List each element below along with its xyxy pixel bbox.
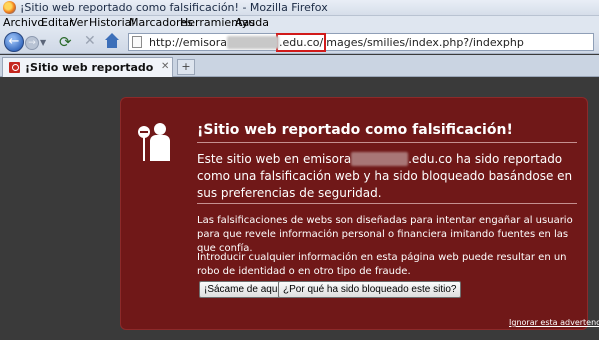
divider: [197, 142, 577, 143]
divider: [197, 203, 577, 204]
tab-strip: ¡Sitio web reportado como falsificaci...…: [0, 55, 599, 77]
warning-paragraph-2: Introducir cualquier información en esta…: [197, 252, 567, 277]
reload-icon[interactable]: ⟳: [59, 33, 72, 51]
new-tab-icon[interactable]: +: [177, 59, 195, 75]
warning-title: ¡Sitio web reportado como falsificación!: [197, 122, 513, 138]
url-prefix: http://emisora: [149, 36, 227, 49]
menu-archivo[interactable]: Archivo: [3, 16, 44, 29]
get-me-out-button[interactable]: ¡Sácame de aquí!: [199, 281, 288, 298]
navigation-toolbar: ← → ▼ ⟳ ✕ http://emisoraxxxxxxxx.edu.co/…: [0, 30, 599, 54]
warning-paragraph-1: Las falsificaciones de webs son diseñada…: [197, 215, 573, 254]
title-bar: ¡Sitio web reportado como falsificación!…: [0, 0, 599, 16]
tab-active[interactable]: ¡Sitio web reportado como falsificaci...…: [2, 57, 173, 77]
police-stop-icon: [138, 123, 176, 163]
phishing-warning-panel: ¡Sitio web reportado como falsificación!…: [120, 97, 599, 330]
menu-bar: Archivo Editar Ver Historial Marcadores …: [0, 16, 599, 30]
ignore-warning-link[interactable]: Ignorar esta advertencia: [509, 318, 599, 327]
warning-lead-redacted: xxxxxxxx: [351, 152, 409, 166]
menu-ver[interactable]: Ver: [70, 16, 88, 29]
url-suffix: images/smilies/index.php?/indexphp: [323, 36, 524, 49]
url-highlighted-domain: .edu.co/: [276, 33, 327, 52]
forward-icon[interactable]: →: [25, 36, 39, 50]
page-content: ¡Sitio web reportado como falsificación!…: [0, 78, 599, 340]
why-blocked-button[interactable]: ¿Por qué ha sido bloqueado este sitio?: [278, 281, 462, 298]
menu-ayuda[interactable]: Ayuda: [235, 16, 269, 29]
url-bar[interactable]: http://emisoraxxxxxxxx.edu.co/images/smi…: [128, 33, 594, 52]
url-text[interactable]: http://emisoraxxxxxxxx.edu.co/images/smi…: [149, 33, 524, 52]
warning-lead: Este sitio web en emisoraxxxxxxxx.edu.co…: [197, 151, 577, 202]
warning-lead-prefix: Este sitio web en emisora: [197, 152, 352, 166]
stop-icon[interactable]: ✕: [84, 33, 96, 49]
page-icon: [132, 36, 142, 48]
tab-label: ¡Sitio web reportado como falsificaci...: [25, 61, 155, 74]
firefox-icon: [3, 1, 16, 14]
menu-editar[interactable]: Editar: [41, 16, 74, 29]
close-tab-icon[interactable]: ✕: [161, 61, 169, 72]
url-redacted: xxxxxxxx: [226, 36, 280, 49]
history-dropdown-icon[interactable]: ▼: [40, 38, 46, 47]
back-icon[interactable]: ←: [4, 32, 24, 52]
window-title: ¡Sitio web reportado como falsificación!…: [20, 1, 328, 14]
warning-favicon-icon: [9, 62, 20, 73]
menu-historial[interactable]: Historial: [89, 16, 134, 29]
home-icon[interactable]: [104, 33, 120, 49]
